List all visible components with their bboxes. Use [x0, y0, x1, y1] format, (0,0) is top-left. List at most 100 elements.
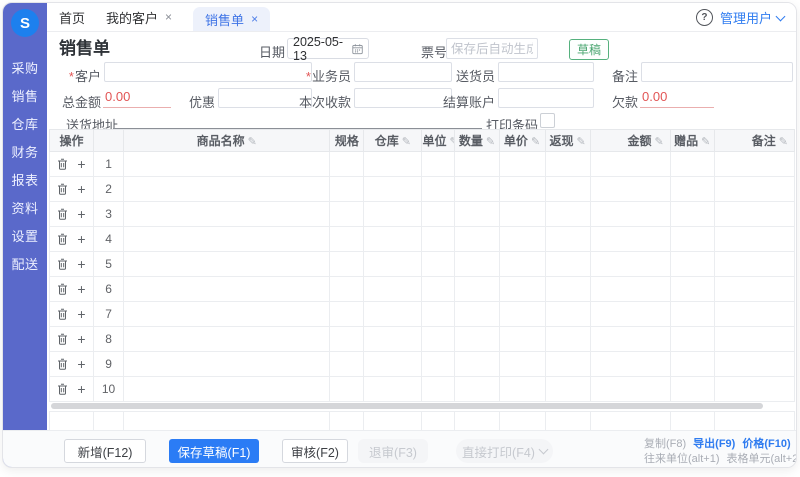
help-icon[interactable]: ?: [696, 9, 713, 26]
cell-cashback[interactable]: [545, 327, 590, 352]
cell-product-name[interactable]: [124, 202, 330, 227]
add-row-icon[interactable]: +: [77, 182, 85, 196]
cell-quantity[interactable]: [455, 277, 499, 302]
cell-warehouse[interactable]: [364, 327, 422, 352]
tab-my-customers[interactable]: 我的客户×: [106, 3, 172, 31]
tab-sales-order[interactable]: 销售单×: [193, 7, 270, 31]
sidebar-item-purchase[interactable]: 采购: [3, 53, 47, 81]
cell-spec[interactable]: [330, 152, 364, 177]
save-draft-button[interactable]: 保存草稿(F1): [169, 439, 259, 463]
export-action[interactable]: 导出(F9): [693, 438, 735, 450]
cell-warehouse[interactable]: [364, 227, 422, 252]
cell-cashback[interactable]: [545, 202, 590, 227]
cell-warehouse[interactable]: [364, 252, 422, 277]
cell-quantity[interactable]: [455, 152, 499, 177]
cell-price[interactable]: [499, 152, 545, 177]
audit-button[interactable]: 审核(F2): [282, 439, 348, 463]
cell-warehouse[interactable]: [364, 177, 422, 202]
cell-unit[interactable]: [422, 352, 455, 377]
cell-cashback[interactable]: [545, 277, 590, 302]
cell-quantity[interactable]: [455, 352, 499, 377]
edit-column-icon[interactable]: ✎: [486, 136, 495, 148]
delete-row-icon[interactable]: [57, 158, 68, 170]
delete-row-icon[interactable]: [57, 283, 68, 295]
salesman-input[interactable]: [354, 62, 452, 82]
cell-unit[interactable]: [422, 302, 455, 327]
edit-column-icon[interactable]: ✎: [402, 136, 411, 148]
cell-remark[interactable]: [714, 352, 794, 377]
cell-quantity[interactable]: [455, 302, 499, 327]
cell-gift[interactable]: [670, 302, 714, 327]
cell-price[interactable]: [499, 227, 545, 252]
cell-unit[interactable]: [422, 377, 455, 402]
cell-quantity[interactable]: [455, 327, 499, 352]
cell-amount[interactable]: [590, 152, 670, 177]
delete-row-icon[interactable]: [57, 208, 68, 220]
cell-gift[interactable]: [670, 252, 714, 277]
cell-remark[interactable]: [714, 177, 794, 202]
add-row-icon[interactable]: +: [77, 257, 85, 271]
deliveryman-input[interactable]: [498, 62, 594, 82]
cell-remark[interactable]: [714, 302, 794, 327]
cell-warehouse[interactable]: [364, 277, 422, 302]
cell-spec[interactable]: [330, 277, 364, 302]
cell-amount[interactable]: [590, 227, 670, 252]
cell-amount[interactable]: [590, 302, 670, 327]
add-row-icon[interactable]: +: [77, 157, 85, 171]
delete-row-icon[interactable]: [57, 383, 68, 395]
edit-column-icon[interactable]: ✎: [576, 136, 585, 148]
cell-unit[interactable]: [422, 227, 455, 252]
edit-column-icon[interactable]: ✎: [248, 136, 257, 148]
cell-unit[interactable]: [422, 252, 455, 277]
cell-cashback[interactable]: [545, 227, 590, 252]
cell-unit[interactable]: [422, 277, 455, 302]
cell-quantity[interactable]: [455, 252, 499, 277]
cell-price[interactable]: [499, 252, 545, 277]
cell-cashback[interactable]: [545, 302, 590, 327]
print-barcode-checkbox[interactable]: [540, 113, 555, 128]
cell-remark[interactable]: [714, 277, 794, 302]
cell-quantity[interactable]: [455, 377, 499, 402]
delete-row-icon[interactable]: [57, 233, 68, 245]
cell-amount[interactable]: [590, 277, 670, 302]
cell-price[interactable]: [499, 177, 545, 202]
cell-product-name[interactable]: [124, 252, 330, 277]
cell-spec[interactable]: [330, 177, 364, 202]
cell-remark[interactable]: [714, 252, 794, 277]
cell-remark[interactable]: [714, 227, 794, 252]
add-row-icon[interactable]: +: [77, 357, 85, 371]
edit-column-icon[interactable]: ✎: [654, 136, 663, 148]
cell-amount[interactable]: [590, 377, 670, 402]
cell-product-name[interactable]: [124, 327, 330, 352]
cell-warehouse[interactable]: [364, 352, 422, 377]
edit-column-icon[interactable]: ✎: [701, 136, 710, 148]
cell-gift[interactable]: [670, 152, 714, 177]
delete-row-icon[interactable]: [57, 308, 68, 320]
sidebar-item-delivery[interactable]: 配送: [3, 249, 47, 277]
ticket-number-input[interactable]: [446, 38, 538, 59]
cell-amount[interactable]: [590, 352, 670, 377]
edit-column-icon[interactable]: ✎: [779, 136, 788, 148]
cell-quantity[interactable]: [455, 177, 499, 202]
horizontal-scrollbar[interactable]: [51, 403, 763, 409]
cell-gift[interactable]: [670, 177, 714, 202]
cell-price[interactable]: [499, 302, 545, 327]
cell-remark[interactable]: [714, 377, 794, 402]
cell-product-name[interactable]: [124, 352, 330, 377]
cell-product-name[interactable]: [124, 177, 330, 202]
price-action[interactable]: 价格(F10): [742, 438, 790, 450]
cell-warehouse[interactable]: [364, 152, 422, 177]
cell-price[interactable]: [499, 327, 545, 352]
cell-unit[interactable]: [422, 152, 455, 177]
add-row-icon[interactable]: +: [77, 207, 85, 221]
add-row-icon[interactable]: +: [77, 232, 85, 246]
cell-warehouse[interactable]: [364, 302, 422, 327]
cell-product-name[interactable]: [124, 152, 330, 177]
cell-spec[interactable]: [330, 227, 364, 252]
cell-unit[interactable]: [422, 327, 455, 352]
user-menu[interactable]: 管理用户: [720, 8, 784, 27]
delete-row-icon[interactable]: [57, 258, 68, 270]
cell-price[interactable]: [499, 352, 545, 377]
edit-column-icon[interactable]: ✎: [449, 136, 455, 148]
cell-price[interactable]: [499, 202, 545, 227]
